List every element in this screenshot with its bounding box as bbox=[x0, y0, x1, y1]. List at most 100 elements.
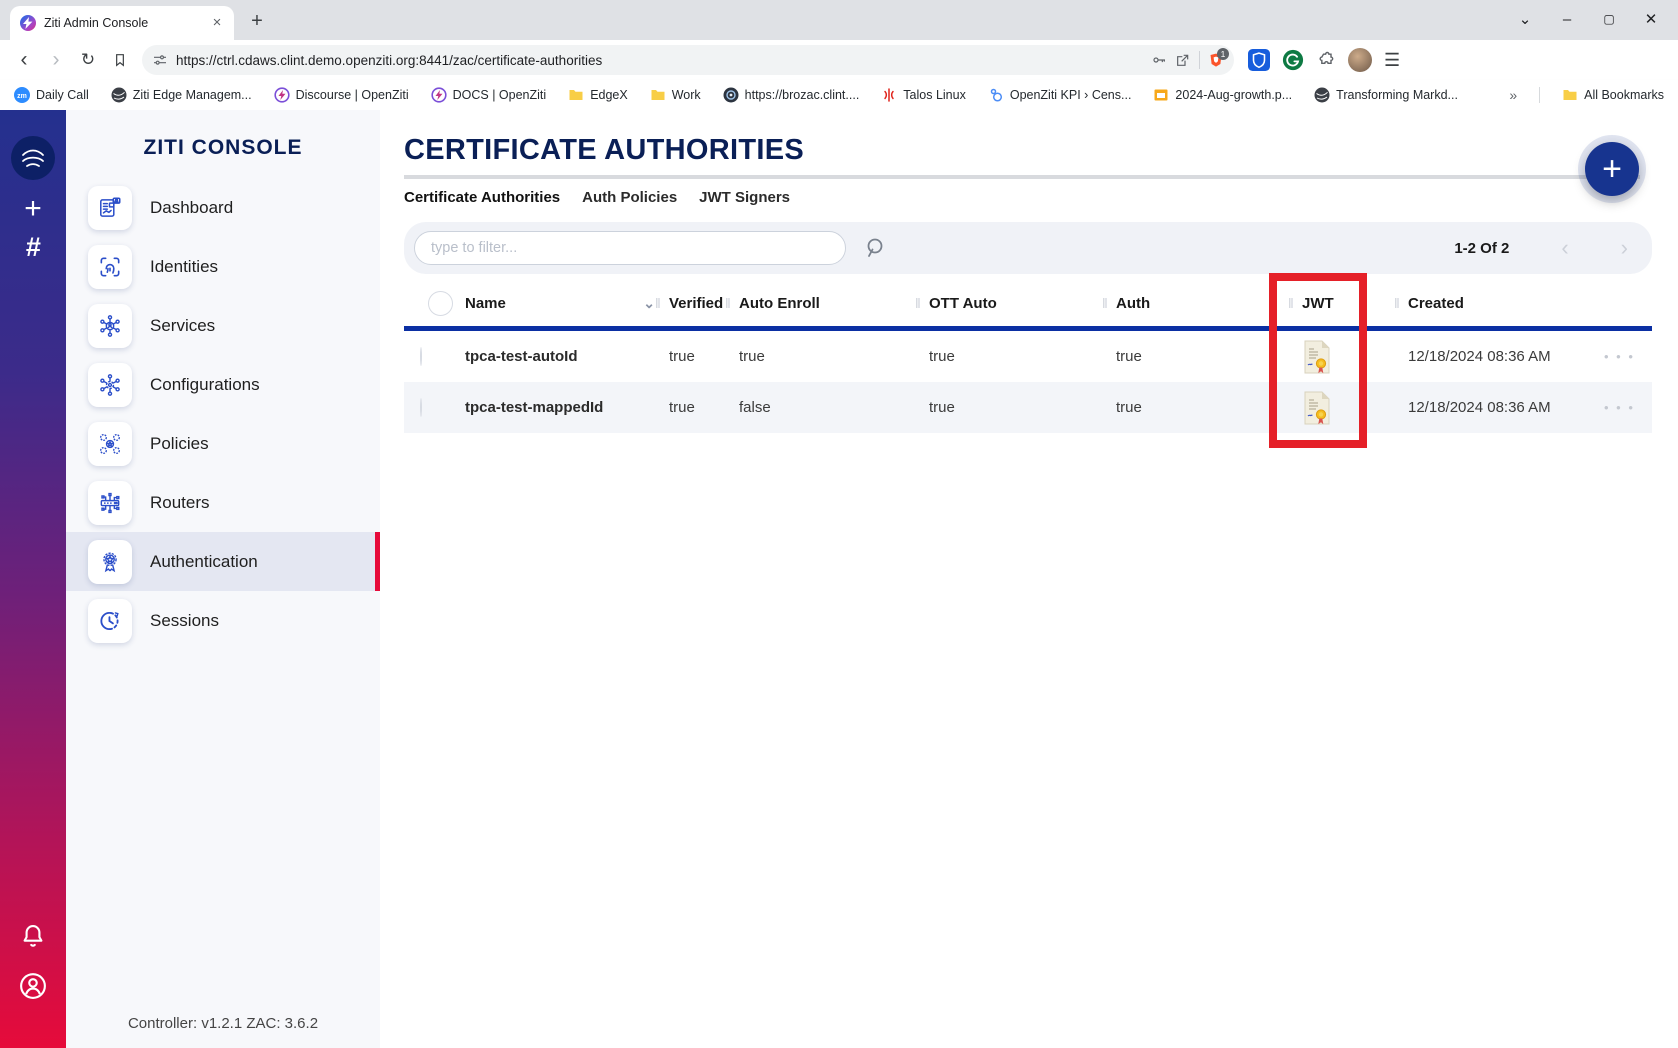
openziti-icon bbox=[274, 87, 290, 103]
bookmark-folder-edgex[interactable]: EdgeX bbox=[568, 87, 628, 103]
tab-close-icon[interactable]: × bbox=[208, 14, 226, 32]
site-settings-icon[interactable] bbox=[152, 52, 168, 68]
add-certificate-authority-button[interactable]: + bbox=[1585, 142, 1639, 196]
sidebar-item-authentication[interactable]: Authentication bbox=[66, 532, 380, 591]
profile-avatar[interactable] bbox=[1348, 48, 1372, 72]
sidebar-item-dashboard[interactable]: Dashboard bbox=[66, 178, 380, 237]
notifications-bell-icon[interactable] bbox=[19, 922, 47, 955]
brave-shield-icon[interactable]: 1 bbox=[1208, 52, 1224, 68]
bookmark-openziti-kpi[interactable]: OpenZiti KPI › Cens... bbox=[988, 87, 1132, 103]
sort-chevron-icon[interactable]: ⌄ bbox=[643, 295, 655, 312]
column-header-ott-auto[interactable]: ‖OTT Auto bbox=[929, 295, 1116, 312]
tab-jwt-signers[interactable]: JWT Signers bbox=[699, 189, 790, 206]
globe-icon bbox=[1314, 87, 1330, 103]
row-menu-icon[interactable]: • • • bbox=[1604, 349, 1635, 364]
jwt-certificate-icon[interactable] bbox=[1302, 340, 1408, 374]
bookmark-ziti-edge[interactable]: Ziti Edge Managem... bbox=[111, 87, 252, 103]
pagination-next-icon[interactable]: › bbox=[1621, 235, 1628, 261]
filter-input[interactable] bbox=[414, 231, 846, 265]
forward-button[interactable]: › bbox=[40, 44, 72, 76]
column-header-jwt[interactable]: ‖JWT bbox=[1302, 295, 1408, 312]
zoom-icon: zm bbox=[14, 87, 30, 103]
shield-badge: 1 bbox=[1217, 48, 1229, 60]
sidebar-item-policies[interactable]: Policies bbox=[66, 414, 380, 473]
app-rail: + # bbox=[0, 110, 66, 1048]
bookmark-brozac[interactable]: https://brozac.clint.... bbox=[723, 87, 860, 103]
svg-text:zm: zm bbox=[17, 93, 27, 100]
filter-bar: 1-2 Of 2 ‹ › bbox=[404, 222, 1652, 274]
bookmarks-bar: zm Daily Call Ziti Edge Managem... Disco… bbox=[0, 80, 1678, 110]
new-tab-button[interactable]: + bbox=[242, 6, 272, 36]
row-checkbox[interactable] bbox=[420, 398, 422, 417]
column-header-name[interactable]: Name ⌄ bbox=[465, 295, 669, 312]
routers-icon bbox=[88, 481, 132, 525]
tab-auth-policies[interactable]: Auth Policies bbox=[582, 189, 677, 206]
all-bookmarks-button[interactable]: All Bookmarks bbox=[1562, 87, 1664, 103]
column-header-created[interactable]: ‖Created bbox=[1408, 295, 1604, 312]
ca-auto-enroll: false bbox=[739, 399, 929, 416]
rail-hash-button[interactable]: # bbox=[0, 232, 66, 263]
browser-tab-strip: Ziti Admin Console × + ⌄ – ▢ ✕ bbox=[0, 0, 1678, 40]
bookmark-2024-aug-growth[interactable]: 2024-Aug-growth.p... bbox=[1153, 87, 1292, 103]
passwords-key-icon[interactable] bbox=[1151, 52, 1167, 68]
row-checkbox[interactable] bbox=[420, 347, 422, 366]
bookmark-folder-work[interactable]: Work bbox=[650, 87, 701, 103]
row-menu-icon[interactable]: • • • bbox=[1604, 400, 1635, 415]
table-row[interactable]: tpca-test-mappedId true false true true … bbox=[404, 382, 1652, 433]
bookmark-flag-icon[interactable] bbox=[104, 44, 136, 76]
ca-verified: true bbox=[669, 348, 739, 365]
jwt-certificate-icon[interactable] bbox=[1302, 391, 1408, 425]
account-icon[interactable] bbox=[18, 971, 48, 1006]
rail-add-button[interactable]: + bbox=[0, 192, 66, 226]
bookmark-daily-call[interactable]: zm Daily Call bbox=[14, 87, 89, 103]
search-icon[interactable] bbox=[864, 236, 888, 260]
address-bar[interactable]: https://ctrl.cdaws.clint.demo.openziti.o… bbox=[142, 45, 1234, 75]
main-content: CERTIFICATE AUTHORITIES + Certificate Au… bbox=[380, 110, 1678, 1048]
column-header-auto-enroll[interactable]: ‖Auto Enroll bbox=[739, 295, 929, 312]
reload-button[interactable]: ↻ bbox=[72, 44, 104, 76]
sidebar-item-identities[interactable]: Identities bbox=[66, 237, 380, 296]
bookmarks-overflow-icon[interactable]: » bbox=[1509, 87, 1517, 103]
tab-search-icon[interactable]: ⌄ bbox=[1504, 10, 1546, 28]
browser-tab[interactable]: Ziti Admin Console × bbox=[10, 6, 234, 40]
policies-icon bbox=[88, 422, 132, 466]
bitwarden-icon[interactable] bbox=[1248, 49, 1270, 71]
sidebar-item-routers[interactable]: Routers bbox=[66, 473, 380, 532]
back-button[interactable]: ‹ bbox=[8, 44, 40, 76]
ca-name: tpca-test-mappedId bbox=[465, 399, 669, 416]
ca-auto-enroll: true bbox=[739, 348, 929, 365]
ziti-logo-icon[interactable] bbox=[11, 136, 55, 180]
bookmarks-divider bbox=[1539, 87, 1540, 103]
column-header-auth[interactable]: ‖Auth bbox=[1116, 295, 1302, 312]
sessions-icon bbox=[88, 599, 132, 643]
browser-toolbar: ‹ › ↻ https://ctrl.cdaws.clint.demo.open… bbox=[0, 40, 1678, 80]
tab-certificate-authorities[interactable]: Certificate Authorities bbox=[404, 189, 560, 206]
toolbar-divider bbox=[1199, 51, 1200, 69]
select-all-checkbox[interactable] bbox=[428, 291, 453, 316]
share-icon[interactable] bbox=[1175, 52, 1191, 68]
url-text[interactable]: https://ctrl.cdaws.clint.demo.openziti.o… bbox=[176, 53, 1143, 68]
bookmark-discourse-openziti[interactable]: Discourse | OpenZiti bbox=[274, 87, 409, 103]
sidebar-item-services[interactable]: Services bbox=[66, 296, 380, 355]
sidebar-item-sessions[interactable]: Sessions bbox=[66, 591, 380, 650]
bookmark-transforming-markd[interactable]: Transforming Markd... bbox=[1314, 87, 1458, 103]
authentication-icon bbox=[88, 540, 132, 584]
window-maximize-button[interactable]: ▢ bbox=[1588, 12, 1630, 26]
ca-ott-auto: true bbox=[929, 348, 1116, 365]
configurations-icon bbox=[88, 363, 132, 407]
dashboard-icon bbox=[88, 186, 132, 230]
title-underline bbox=[404, 175, 1640, 179]
table-header: Name ⌄ ‖Verified ‖Auto Enroll ‖OTT Auto … bbox=[404, 280, 1652, 326]
bookmark-docs-openziti[interactable]: DOCS | OpenZiti bbox=[431, 87, 547, 103]
window-minimize-button[interactable]: – bbox=[1546, 11, 1588, 28]
window-close-button[interactable]: ✕ bbox=[1630, 10, 1672, 28]
extensions-puzzle-icon[interactable] bbox=[1316, 50, 1336, 70]
pagination-prev-icon[interactable]: ‹ bbox=[1561, 235, 1568, 261]
openziti-icon bbox=[431, 87, 447, 103]
bookmark-talos-linux[interactable]: Talos Linux bbox=[881, 87, 966, 103]
browser-menu-icon[interactable]: ☰ bbox=[1384, 50, 1400, 71]
sidebar-item-configurations[interactable]: Configurations bbox=[66, 355, 380, 414]
grammarly-icon[interactable] bbox=[1282, 49, 1304, 71]
globe-icon bbox=[111, 87, 127, 103]
table-row[interactable]: tpca-test-autoId true true true true 12/… bbox=[404, 331, 1652, 382]
